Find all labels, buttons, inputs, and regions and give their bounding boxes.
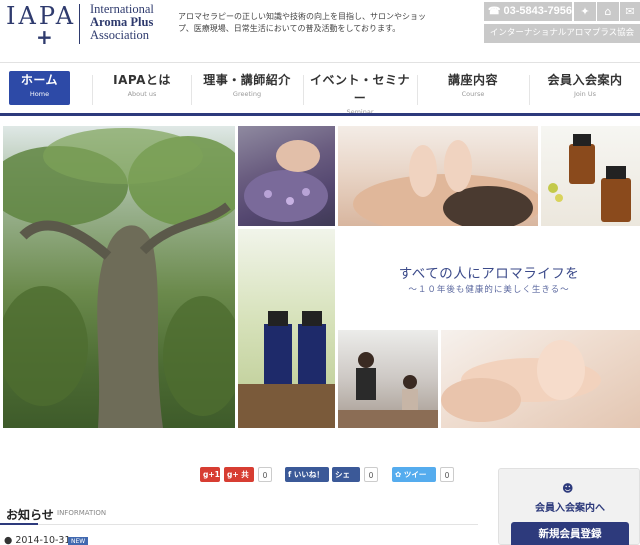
member-card-title: 会員入会案内へ	[535, 503, 605, 514]
hero-slogan: すべての人にアロマライフを	[398, 266, 580, 282]
nav-item-sublabel: Home	[29, 90, 50, 98]
new-badge: NEW	[68, 537, 89, 545]
user-icon: ☻	[562, 482, 574, 495]
gplus-share-button[interactable]: g+ 共有	[224, 467, 254, 494]
nav-item-label: ホーム	[20, 73, 59, 87]
facebook-count: 0	[364, 467, 378, 482]
facebook-like-button[interactable]: f いいね！	[285, 467, 329, 482]
member-signup-card[interactable]: ☻ 会員入会案内へ 新規会員登録	[498, 468, 640, 545]
bottles-illustration	[548, 134, 631, 222]
logo-wordmark: International Aroma Plus Association	[90, 3, 154, 42]
main-nav: ホーム Home IAPAとは About us 理事・講師紹介 Greetin…	[0, 62, 640, 116]
oil-bottles-illustration	[238, 311, 335, 428]
hero-image-class	[338, 330, 438, 428]
news-divider-accent	[0, 523, 38, 525]
nav-item-home[interactable]: ホーム Home	[9, 71, 70, 105]
class-illustration	[338, 352, 438, 428]
hero-image-tree	[3, 126, 235, 428]
nav-item-join[interactable]: 会員入会案内 Join Us	[530, 71, 640, 105]
hero-slogan-panel: すべての人にアロマライフを ～１０年後も健康的に美しく生きる～	[338, 229, 640, 327]
nav-item-label: 講座内容	[447, 73, 498, 87]
hero-image-baby-massage	[441, 330, 640, 428]
hero-collage: すべての人にアロマライフを ～１０年後も健康的に美しく生きる～	[0, 126, 640, 430]
tree-illustration	[3, 128, 235, 428]
nav-item-greeting[interactable]: 理事・講師紹介 Greeting	[192, 71, 302, 105]
logo-divider	[79, 4, 80, 44]
home-icon[interactable]: ⌂	[597, 2, 619, 21]
phone-number[interactable]: ☎ 03-5843-7956	[484, 2, 572, 21]
facebook-share-button[interactable]: シェア	[332, 467, 360, 494]
nav-item-sublabel: Join Us	[573, 90, 597, 98]
news-date-text: 2014-10-31	[15, 535, 71, 545]
gplus-icon: g+	[227, 470, 242, 479]
nav-item-course[interactable]: 講座内容 Course	[418, 71, 528, 105]
nav-item-about[interactable]: IAPAとは About us	[93, 71, 191, 105]
nav-item-label: イベント・セミナー	[309, 73, 410, 105]
news-item-date[interactable]: ● 2014-10-31	[4, 535, 71, 545]
hero-image-herbs	[238, 126, 335, 226]
mail-icon[interactable]: ✉	[620, 2, 640, 21]
hero-subslogan: ～１０年後も健康的に美しく生きる～	[408, 285, 570, 295]
hero-image-massage	[338, 126, 538, 226]
bullet-icon: ●	[4, 535, 16, 545]
baby-massage-illustration	[441, 340, 601, 422]
nav-item-sublabel: Course	[461, 90, 485, 98]
logo-line-3: Association	[90, 28, 150, 42]
logo-plus-icon: +	[36, 25, 53, 49]
new-member-register-button[interactable]: 新規会員登録	[511, 522, 629, 545]
nav-item-sublabel: Greeting	[232, 90, 262, 98]
hero-image-bottles	[541, 126, 640, 226]
hero-image-oils	[238, 229, 335, 428]
nav-underline	[0, 113, 640, 116]
site-tagline: アロマセラピーの正しい知識や技術の向上を目指し、サロンやショップ、医療現場、日常…	[178, 12, 426, 33]
news-divider	[0, 524, 478, 525]
gplus-count: 0	[258, 467, 272, 482]
sitemap-icon[interactable]: ✦	[574, 2, 596, 21]
herbs-illustration	[244, 140, 328, 222]
news-heading-en: INFORMATION	[57, 509, 107, 517]
gplus-button[interactable]: g+1	[200, 467, 220, 482]
facebook-like-label: いいね！	[293, 470, 324, 479]
nav-item-seminar[interactable]: イベント・セミナー Seminar	[304, 71, 416, 116]
tweet-button[interactable]: ✿ ツイート	[392, 467, 436, 494]
nav-item-label: 理事・講師紹介	[203, 73, 291, 87]
site-logo[interactable]: IAPA +	[6, 2, 73, 49]
massage-illustration	[353, 140, 538, 226]
nav-item-label: 会員入会案内	[547, 73, 623, 87]
tweet-count: 0	[440, 467, 454, 482]
phone-number-text: 03-5843-7956	[503, 5, 572, 17]
site-header: IAPA + International Aroma Plus Associat…	[0, 0, 640, 56]
nav-item-sublabel: About us	[127, 90, 157, 98]
association-name-badge: インターナショナルアロマプラス協会	[484, 24, 640, 43]
twitter-icon: ✿	[395, 470, 404, 479]
news-heading: お知らせ	[6, 508, 54, 522]
nav-item-label: IAPAとは	[113, 73, 171, 87]
phone-icon: ☎	[488, 6, 501, 17]
